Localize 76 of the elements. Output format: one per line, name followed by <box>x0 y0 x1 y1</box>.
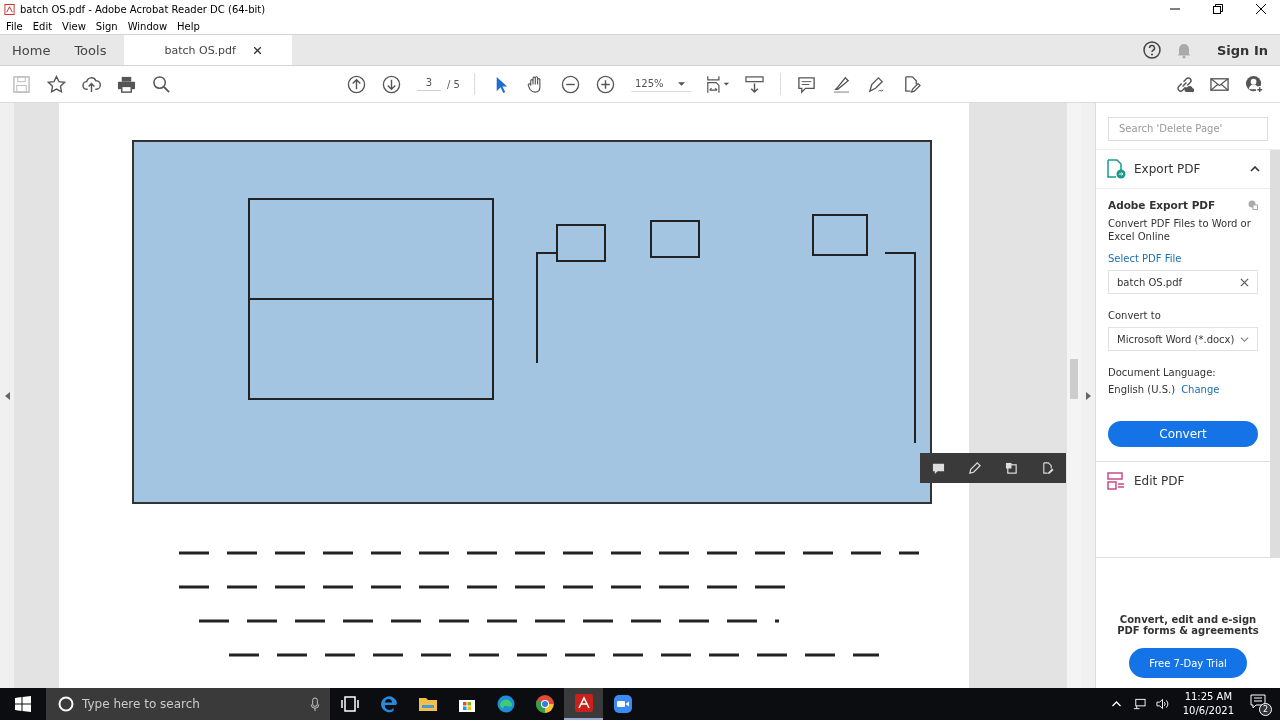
menu-item[interactable]: View <box>62 20 86 32</box>
scroll-mode-icon[interactable] <box>744 74 764 94</box>
clear-icon[interactable] <box>1240 277 1249 287</box>
change-link[interactable]: Change <box>1181 384 1220 395</box>
arrow-down-icon[interactable] <box>382 74 401 94</box>
tab[interactable]: Tools <box>62 35 119 65</box>
document-edit-icon[interactable] <box>1041 461 1055 475</box>
tab[interactable]: batch OS.pdf <box>124 35 293 65</box>
cortana-icon <box>58 696 74 712</box>
window-title: batch OS.pdf - Adobe Acrobat Reader DC (64-bit) <box>20 3 266 15</box>
scrollbar[interactable] <box>1067 103 1081 688</box>
collapse-right-icon[interactable] <box>1085 391 1091 400</box>
search-icon[interactable] <box>152 74 171 94</box>
format-dropdown[interactable]: Microsoft Word (*.docx) <box>1108 327 1258 351</box>
browser-icon <box>534 694 555 714</box>
export-description: Convert PDF Files to Word or Excel Online <box>1108 217 1252 243</box>
page-fit-icon[interactable] <box>704 74 731 94</box>
taskbar-app[interactable] <box>564 688 603 720</box>
menu-item[interactable]: Sign <box>95 20 118 32</box>
print-icon[interactable] <box>117 74 136 94</box>
task-view-icon <box>339 694 360 714</box>
cloud-upload-icon[interactable] <box>82 74 101 94</box>
taskbar-search-field[interactable]: Type here to search <box>46 688 330 720</box>
language-value: English (U.S.) <box>1108 384 1176 395</box>
zoom-out-icon[interactable] <box>560 74 580 94</box>
menu-item[interactable]: File <box>6 20 23 32</box>
add-user-icon[interactable] <box>1245 74 1264 94</box>
convert-to-label: Convert to <box>1108 310 1162 321</box>
arrow-up-icon[interactable] <box>347 74 366 94</box>
edit-pdf-icon <box>1106 471 1126 491</box>
menu-item[interactable]: Help <box>177 20 200 32</box>
help-icon[interactable] <box>1143 41 1161 59</box>
notification-count: 2 <box>1259 703 1272 716</box>
sign-in-button[interactable]: Sign In <box>1207 35 1280 65</box>
page-count: / 5 <box>447 78 460 90</box>
convert-button[interactable]: Convert <box>1108 421 1258 447</box>
microphone-icon[interactable] <box>310 696 320 712</box>
menu-item[interactable]: Window <box>127 20 168 32</box>
tab[interactable]: Home <box>0 35 63 65</box>
comment-icon[interactable] <box>796 74 816 94</box>
language-label: Document Language: <box>1108 367 1217 378</box>
caret-icon <box>677 81 685 86</box>
pencil-icon[interactable] <box>968 461 982 475</box>
free-trial-button[interactable]: Free 7-Day Trial <box>1129 648 1247 678</box>
video-call-icon <box>612 694 633 714</box>
zoom-in-icon[interactable] <box>595 74 615 94</box>
pen-sign-icon[interactable] <box>866 74 886 94</box>
close-icon[interactable] <box>253 46 261 54</box>
page-number-field[interactable]: 3 <box>417 77 441 91</box>
link-icon[interactable] <box>1175 74 1194 94</box>
export-pdf-header[interactable]: Export PDF <box>1096 150 1270 189</box>
browser-icon <box>495 694 516 714</box>
start-icon[interactable] <box>15 696 31 712</box>
zoom-dropdown[interactable]: 125% <box>630 76 691 92</box>
notification-icon[interactable] <box>1250 694 1266 710</box>
comment-icon[interactable] <box>931 461 945 475</box>
edit-pdf-item[interactable]: Edit PDF <box>1096 462 1270 500</box>
crop-icon[interactable] <box>1004 461 1018 475</box>
network-icon[interactable] <box>1132 698 1146 710</box>
file-field[interactable]: batch OS.pdf <box>1108 270 1258 294</box>
clock-time[interactable]: 11:25 AM <box>1184 690 1233 704</box>
pdf-icon <box>4 3 15 15</box>
select-file-link[interactable]: Select PDF File <box>1108 253 1258 264</box>
browser-icon <box>378 694 399 714</box>
expand-left-icon[interactable] <box>4 391 10 400</box>
promo-text: Convert, edit and e-sign PDF forms & agreements <box>1116 614 1260 636</box>
caret-icon <box>1240 334 1249 344</box>
highlighter-icon[interactable] <box>831 74 851 94</box>
star-icon[interactable] <box>47 74 66 94</box>
export-heading: Adobe Export PDF <box>1108 199 1216 211</box>
clock-date[interactable]: 10/6/2021 <box>1182 704 1234 718</box>
pdf-app-icon <box>573 693 594 713</box>
chevron-icon[interactable] <box>1250 166 1260 172</box>
menu-item[interactable]: Edit <box>32 20 53 32</box>
speaker-icon[interactable] <box>1155 698 1169 710</box>
export-pdf-icon <box>1106 159 1126 179</box>
